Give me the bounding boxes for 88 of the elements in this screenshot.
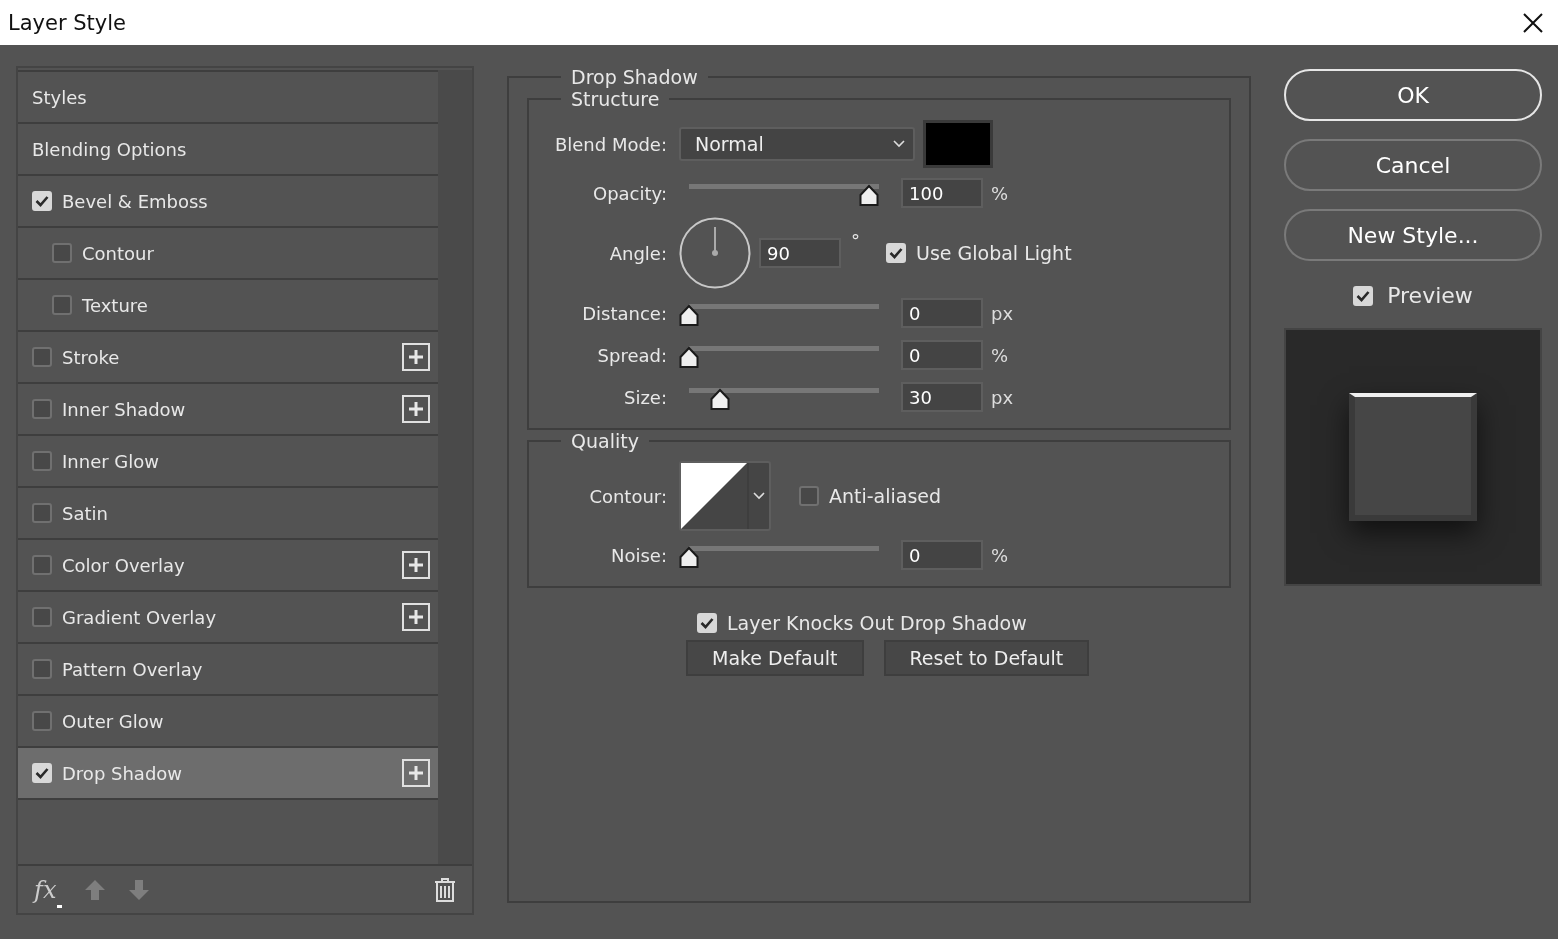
dropdown-marker-icon <box>57 904 63 908</box>
item-label: Satin <box>62 502 109 524</box>
checkbox[interactable] <box>32 399 52 419</box>
unit-label: % <box>991 182 1009 204</box>
item-label: Color Overlay <box>62 554 186 576</box>
contour-picker[interactable] <box>679 461 771 531</box>
unit-label: % <box>991 544 1009 566</box>
unit-label: ° <box>851 230 860 251</box>
checkbox[interactable] <box>799 486 819 506</box>
checkbox[interactable] <box>32 503 52 523</box>
dialog-button[interactable]: OK <box>1284 69 1542 121</box>
close-button[interactable] <box>1522 11 1544 34</box>
unit-label: px <box>991 302 1014 324</box>
style-list-item[interactable]: Inner Glow <box>18 436 438 488</box>
trash-icon[interactable] <box>434 877 456 902</box>
add-icon[interactable] <box>402 759 430 787</box>
dialog-button[interactable]: New Style... <box>1284 209 1542 261</box>
contour-curve-icon <box>681 463 747 529</box>
field-label: Distance: <box>581 302 668 324</box>
checkbox[interactable] <box>32 451 52 471</box>
style-list-item[interactable]: Gradient Overlay <box>18 592 438 644</box>
checkbox-label[interactable]: Use Global Light <box>916 242 1072 264</box>
item-label: Texture <box>82 294 149 316</box>
blend-mode-dropdown[interactable]: Normal <box>679 127 915 161</box>
action-button[interactable]: Make Default <box>686 640 864 676</box>
chevron-down-icon <box>753 492 765 500</box>
field-label: Angle: <box>608 242 668 264</box>
style-list-item[interactable]: Contour <box>18 228 438 280</box>
field-label: Spread: <box>596 344 668 366</box>
checkbox[interactable] <box>32 555 52 575</box>
number-field[interactable]: 0 <box>901 340 983 370</box>
item-label: Drop Shadow <box>62 762 184 784</box>
window-title: Layer Style <box>8 10 126 35</box>
unit-label: % <box>991 344 1009 366</box>
checkbox[interactable] <box>32 607 52 627</box>
checkbox[interactable] <box>32 711 52 731</box>
fx-button[interactable]: fx <box>34 875 63 904</box>
slider-thumb[interactable] <box>709 388 730 410</box>
add-icon[interactable] <box>402 551 430 579</box>
slider-thumb[interactable] <box>859 184 879 206</box>
field-label: Contour: <box>588 485 668 507</box>
number-field[interactable]: 0 <box>901 298 983 328</box>
item-label: Inner Glow <box>62 450 160 472</box>
angle-dial[interactable] <box>679 217 751 289</box>
number-field[interactable]: 100 <box>901 178 983 208</box>
group-title: Drop Shadow <box>570 66 699 88</box>
add-icon[interactable] <box>402 603 430 631</box>
style-list-item[interactable]: Bevel & Emboss <box>18 176 438 228</box>
style-list-item[interactable]: Satin <box>18 488 438 540</box>
style-list-item[interactable]: Stroke <box>18 332 438 384</box>
checkbox[interactable] <box>52 295 72 315</box>
item-label: Pattern Overlay <box>62 658 204 680</box>
slider-thumb[interactable] <box>679 546 699 568</box>
color-swatch[interactable] <box>923 120 993 168</box>
checkbox-label[interactable]: Preview <box>1387 283 1473 308</box>
style-list-item[interactable]: Pattern Overlay <box>18 644 438 696</box>
item-label: Stroke <box>62 346 121 368</box>
field-label: Opacity: <box>592 182 668 204</box>
item-label: Outer Glow <box>62 710 165 732</box>
dialog-button[interactable]: Cancel <box>1284 139 1542 191</box>
number-field[interactable]: 30 <box>901 382 983 412</box>
style-list-item[interactable]: Inner Shadow <box>18 384 438 436</box>
checkbox[interactable] <box>32 347 52 367</box>
checkbox-label[interactable]: Anti-aliased <box>829 485 942 507</box>
item-label: Gradient Overlay <box>62 606 218 628</box>
slider-thumb[interactable] <box>679 346 699 368</box>
field-label: Blend Mode: <box>553 133 668 155</box>
add-icon[interactable] <box>402 343 430 371</box>
checkbox[interactable] <box>52 243 72 263</box>
group-title: Structure <box>570 88 661 110</box>
slider-thumb[interactable] <box>679 304 699 326</box>
number-field[interactable]: 0 <box>901 540 983 570</box>
checkbox-label[interactable]: Layer Knocks Out Drop Shadow <box>727 612 1027 634</box>
unit-label: px <box>991 386 1014 408</box>
field-label: Size: <box>623 386 668 408</box>
style-list-item[interactable]: Texture <box>18 280 438 332</box>
field-label: Noise: <box>610 544 668 566</box>
item-label: Inner Shadow <box>62 398 187 420</box>
item-label: Bevel & Emboss <box>62 190 209 212</box>
item-label: Contour <box>82 242 155 264</box>
chevron-down-icon <box>893 140 905 148</box>
group-title: Quality <box>570 430 640 452</box>
checkbox[interactable] <box>32 659 52 679</box>
style-list-item[interactable]: Color Overlay <box>18 540 438 592</box>
add-icon[interactable] <box>402 395 430 423</box>
number-field[interactable]: 90 <box>759 238 841 268</box>
action-button[interactable]: Reset to Default <box>883 640 1090 676</box>
style-list-item[interactable]: Drop Shadow <box>18 748 438 800</box>
